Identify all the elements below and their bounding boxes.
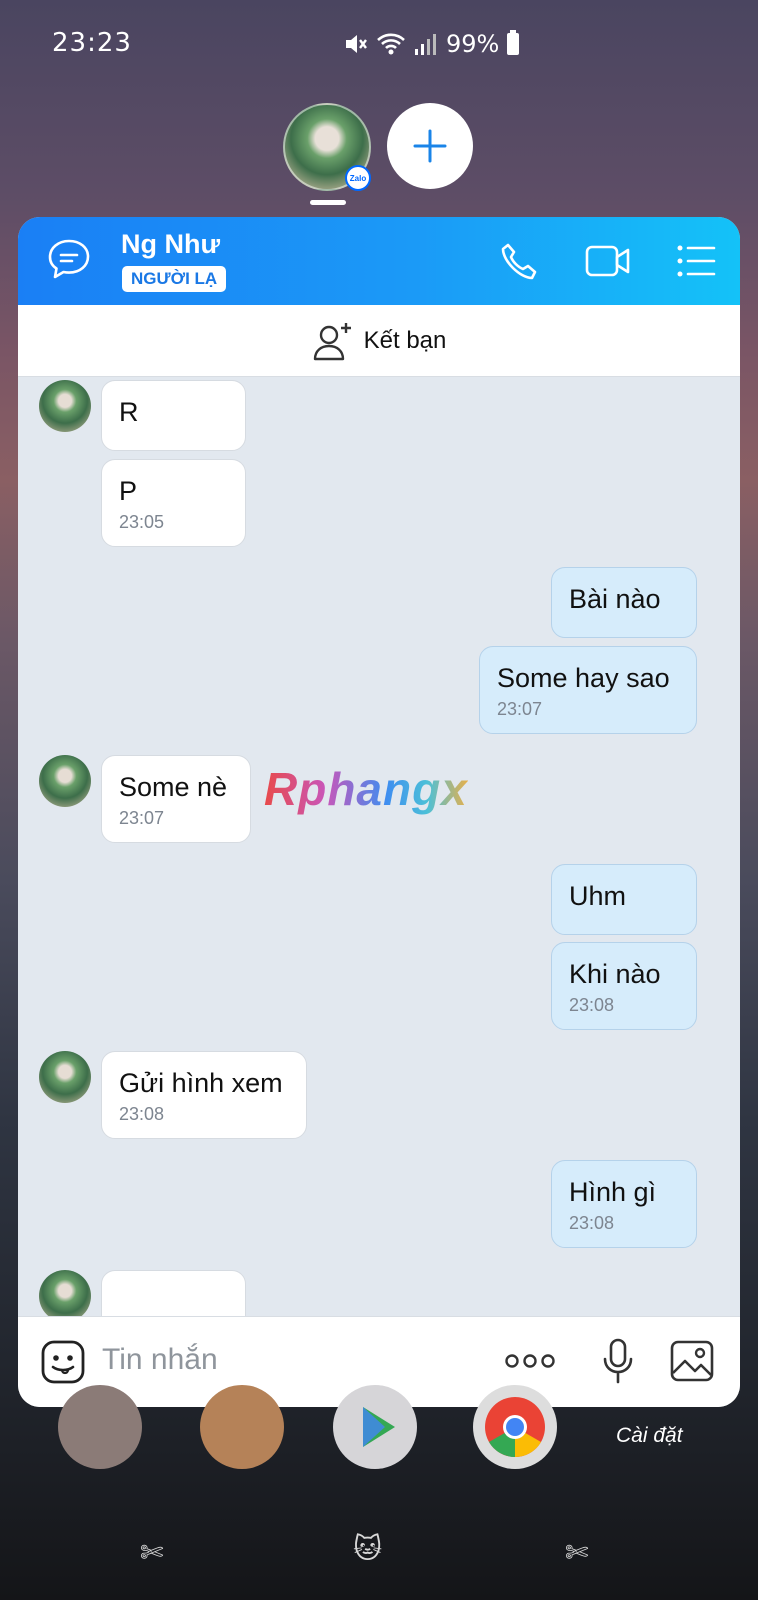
active-bubble-indicator bbox=[310, 200, 346, 205]
message-text: Uhm bbox=[569, 881, 627, 911]
contact-avatar[interactable] bbox=[39, 1051, 91, 1103]
plus-icon bbox=[413, 129, 447, 163]
phone-app-icon[interactable] bbox=[58, 1385, 142, 1469]
message-time: 23:07 bbox=[497, 699, 543, 719]
message-bubble[interactable]: R bbox=[101, 380, 246, 451]
emoji-sticker-icon[interactable] bbox=[40, 1339, 86, 1385]
chat-header: Ng Như NGƯỜI LẠ bbox=[18, 217, 740, 305]
message-text: Some hay sao bbox=[497, 663, 670, 693]
zalo-badge-icon: Zalo bbox=[345, 165, 371, 191]
message-input[interactable]: Tin nhắn bbox=[102, 1343, 218, 1377]
message-bubble-own[interactable]: Bài nào bbox=[551, 567, 697, 638]
fish-bone-icon: ✄ bbox=[565, 1537, 589, 1568]
message-text: Bài nào bbox=[569, 584, 661, 614]
cat-icon: 🐱 bbox=[353, 1533, 383, 1564]
message-time: 23:08 bbox=[569, 1213, 615, 1233]
wifi-icon bbox=[377, 33, 405, 55]
mute-icon bbox=[346, 35, 367, 53]
status-time: 23:23 bbox=[52, 28, 132, 58]
add-friend-icon bbox=[313, 322, 351, 360]
menu-list-icon[interactable] bbox=[676, 243, 716, 279]
signal-icon bbox=[415, 34, 436, 55]
message-bubble[interactable] bbox=[101, 1270, 246, 1316]
battery-percent: 99% bbox=[446, 30, 500, 58]
more-options-icon[interactable] bbox=[505, 1351, 555, 1371]
message-list[interactable]: R P 23:05 Bài nào Some hay sao 23:07 Som… bbox=[18, 377, 740, 1316]
stranger-badge: NGƯỜI LẠ bbox=[122, 266, 227, 292]
play-triangle-icon bbox=[363, 1407, 395, 1447]
message-time: 23:07 bbox=[119, 808, 165, 828]
messages-app-icon[interactable] bbox=[200, 1385, 284, 1469]
message-text: Hình gì bbox=[569, 1177, 657, 1207]
message-bubble-own[interactable]: Khi nào 23:08 bbox=[551, 942, 697, 1030]
message-text: Khi nào bbox=[569, 959, 661, 989]
video-call-icon[interactable] bbox=[584, 241, 632, 281]
message-time: 23:08 bbox=[119, 1104, 165, 1124]
fish-bone-icon: ✄ bbox=[140, 1537, 164, 1568]
status-bar: 23:23 99% bbox=[0, 28, 758, 62]
message-bubble[interactable]: Gửi hình xem 23:08 bbox=[101, 1051, 307, 1139]
chat-bubble-icon[interactable] bbox=[46, 237, 92, 281]
message-bubble[interactable]: P 23:05 bbox=[101, 459, 246, 547]
chrome-app-icon[interactable] bbox=[473, 1385, 557, 1469]
play-store-icon[interactable] bbox=[333, 1385, 417, 1469]
message-bubble[interactable]: Some nè 23:07 bbox=[101, 755, 251, 843]
contact-avatar[interactable] bbox=[39, 380, 91, 432]
message-text: Some nè bbox=[119, 772, 228, 802]
watermark: Rphangx bbox=[264, 763, 468, 815]
chrome-icon bbox=[485, 1397, 545, 1457]
add-friend-label: Kết bạn bbox=[363, 326, 447, 354]
message-text: P bbox=[119, 476, 138, 506]
contact-name[interactable]: Ng Như bbox=[121, 229, 220, 260]
message-bubble-own[interactable]: Hình gì 23:08 bbox=[551, 1160, 697, 1248]
message-text: R bbox=[119, 397, 139, 427]
add-bubble-button[interactable] bbox=[387, 103, 473, 189]
contact-avatar[interactable] bbox=[39, 1270, 91, 1316]
chat-window: Ng Như NGƯỜI LẠ Kết bạn R P 23:05 Bài nà… bbox=[18, 217, 740, 1407]
battery-icon bbox=[507, 30, 520, 55]
status-icons: 99% bbox=[342, 30, 520, 58]
message-time: 23:08 bbox=[569, 995, 615, 1015]
message-time: 23:05 bbox=[119, 512, 165, 532]
microphone-icon[interactable] bbox=[601, 1337, 635, 1385]
image-gallery-icon[interactable] bbox=[669, 1339, 715, 1383]
phone-icon[interactable] bbox=[498, 241, 540, 283]
message-bubble-own[interactable]: Uhm bbox=[551, 864, 697, 935]
message-bubble-own[interactable]: Some hay sao 23:07 bbox=[479, 646, 697, 734]
settings-app-label[interactable]: Cài đặt bbox=[616, 1424, 683, 1448]
contact-avatar[interactable] bbox=[39, 755, 91, 807]
add-friend-bar[interactable]: Kết bạn bbox=[18, 305, 740, 377]
message-text: Gửi hình xem bbox=[119, 1068, 283, 1098]
